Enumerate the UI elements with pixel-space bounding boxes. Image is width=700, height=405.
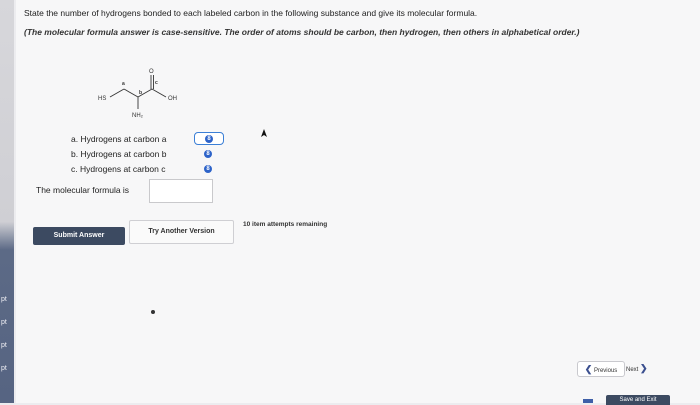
question-prompt: State the number of hydrogens bonded to … bbox=[24, 8, 478, 18]
stray-dot bbox=[151, 310, 155, 314]
answer-badge-icon: 8 bbox=[204, 149, 212, 158]
nh2-label: NH₂ bbox=[132, 113, 144, 119]
sidebar-points-label: pt bbox=[1, 342, 7, 349]
save-and-exit-button[interactable]: Save and Exit bbox=[606, 395, 670, 405]
part-b-row: b. Hydrogens at carbon b 8 bbox=[71, 146, 224, 161]
next-label: Next bbox=[626, 367, 639, 373]
part-a-row: a. Hydrogens at carbon a 8 bbox=[71, 131, 224, 146]
question-card: State the number of hydrogens bonded to … bbox=[16, 0, 700, 403]
left-sidebar-strip: pt pt pt pt bbox=[0, 0, 14, 403]
formula-label: The molecular formula is bbox=[36, 185, 130, 195]
carbon-b-label: b bbox=[139, 90, 142, 96]
part-c-text: c. Hydrogens at carbon c bbox=[71, 163, 166, 174]
mouse-cursor-icon bbox=[261, 129, 267, 137]
carbon-a-label: a bbox=[122, 81, 125, 87]
part-b-answer-field[interactable]: 8 bbox=[194, 148, 222, 159]
chevron-left-icon: ❮ bbox=[584, 364, 593, 374]
previous-label: Previous bbox=[593, 368, 618, 374]
previous-button[interactable]: ❮ Previous bbox=[577, 361, 625, 377]
submit-answer-button[interactable]: Submit Answer bbox=[33, 227, 125, 245]
molecule-structure: HS OH O NH₂ a b c bbox=[98, 69, 177, 119]
accent-bar bbox=[583, 399, 593, 403]
answer-badge-icon: 8 bbox=[204, 164, 212, 173]
oh-label: OH bbox=[168, 96, 177, 102]
part-a-answer-field[interactable]: 8 bbox=[194, 132, 224, 145]
try-another-version-button[interactable]: Try Another Version bbox=[129, 220, 234, 244]
part-a-text: a. Hydrogens at carbon a bbox=[71, 133, 167, 144]
attempts-remaining-text: 10 item attempts remaining bbox=[243, 221, 328, 228]
sidebar-points-label: pt bbox=[1, 365, 7, 372]
sidebar-points-label: pt bbox=[1, 319, 7, 326]
sidebar-points-label: pt bbox=[1, 296, 7, 303]
molecular-formula-input[interactable] bbox=[149, 179, 213, 203]
question-parts: a. Hydrogens at carbon a 8 b. Hydrogens … bbox=[71, 131, 224, 176]
question-note: (The molecular formula answer is case-se… bbox=[24, 27, 580, 37]
hs-label: HS bbox=[98, 96, 106, 102]
part-b-text: b. Hydrogens at carbon b bbox=[71, 148, 167, 159]
chevron-right-icon: ❯ bbox=[640, 363, 648, 373]
carbonyl-oxygen-label: O bbox=[149, 69, 154, 75]
answer-badge-icon: 8 bbox=[205, 134, 213, 143]
carbon-c-label: c bbox=[155, 80, 158, 86]
part-c-answer-field[interactable]: 8 bbox=[194, 163, 222, 174]
next-button[interactable]: Next ❯ bbox=[626, 361, 654, 375]
part-c-row: c. Hydrogens at carbon c 8 bbox=[71, 161, 224, 176]
